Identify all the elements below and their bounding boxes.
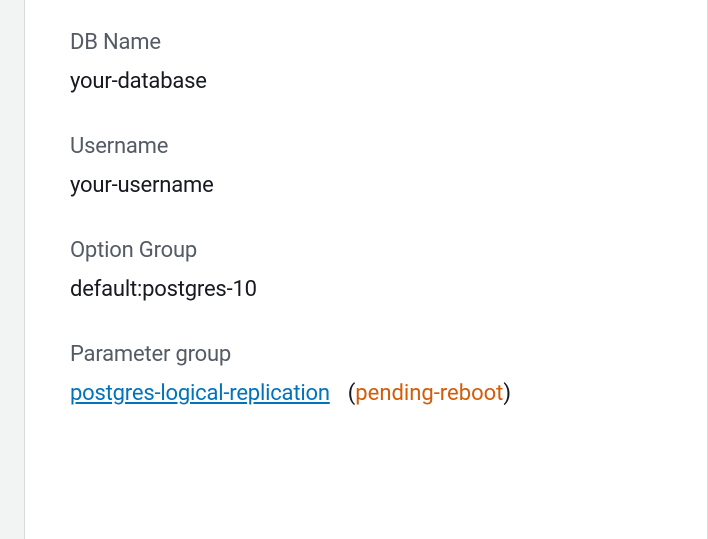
parameter-group-link[interactable]: postgres-logical-replication <box>70 381 330 406</box>
parameter-group-field: Parameter group postgres-logical-replica… <box>70 342 662 406</box>
username-field: Username your-username <box>70 134 662 198</box>
details-panel: DB Name your-database Username your-user… <box>25 0 708 539</box>
option-group-field: Option Group default:postgres-10 <box>70 238 662 302</box>
option-group-label: Option Group <box>70 238 662 263</box>
option-group-value: default:postgres-10 <box>70 277 662 302</box>
parameter-group-status: pending-reboot <box>355 381 503 406</box>
db-name-label: DB Name <box>70 30 662 55</box>
sidebar-edge <box>0 0 25 539</box>
username-value: your-username <box>70 173 662 198</box>
parameter-group-status-wrapper: (pending-reboot) <box>348 381 511 406</box>
username-label: Username <box>70 134 662 159</box>
parameter-group-value-row: postgres-logical-replication (pending-re… <box>70 381 662 406</box>
parameter-group-label: Parameter group <box>70 342 662 367</box>
db-name-field: DB Name your-database <box>70 30 662 94</box>
db-name-value: your-database <box>70 69 662 94</box>
